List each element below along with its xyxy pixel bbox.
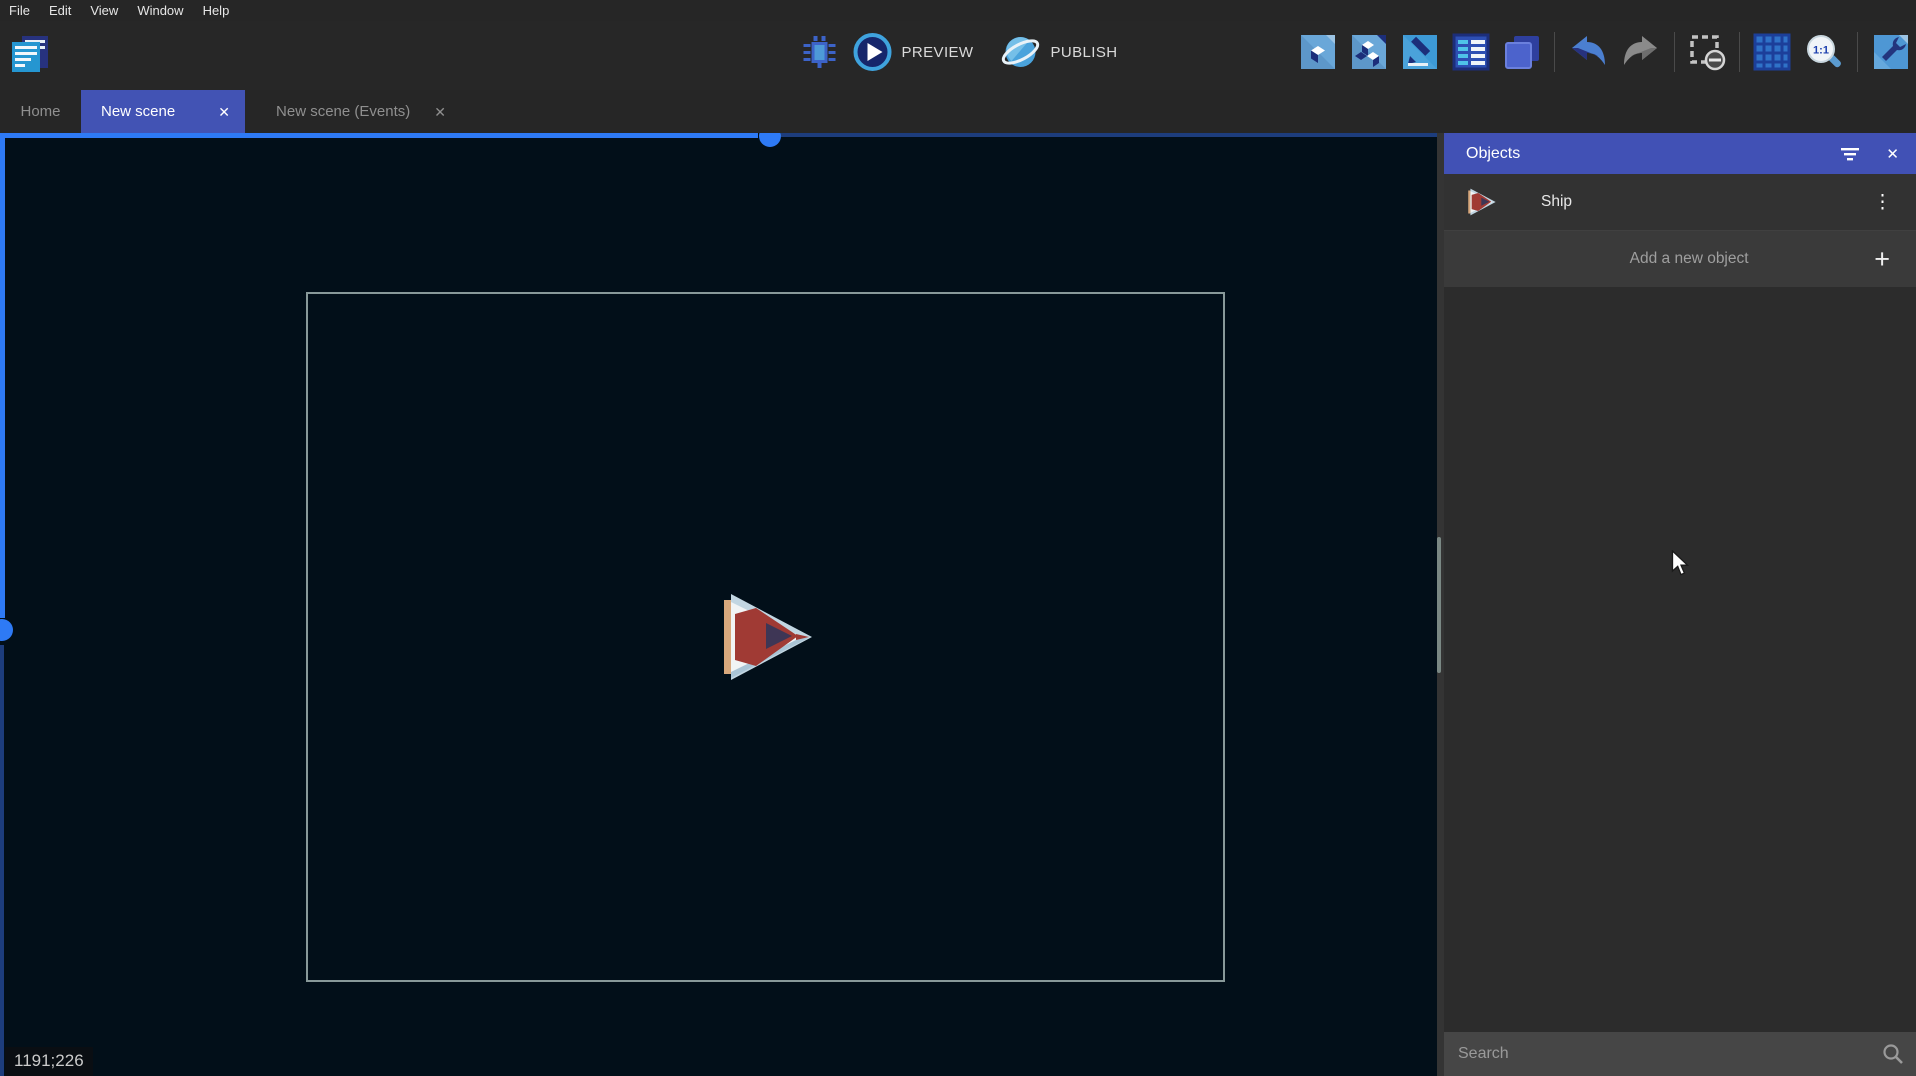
toolbar-right-group: 1:1 [1299, 29, 1911, 75]
ship-instance[interactable] [718, 592, 812, 682]
grid-icon[interactable] [1753, 33, 1791, 71]
objects-panel: Objects ✕ Ship ⋮ Add a new object + [1444, 133, 1916, 1076]
vertical-scroll-track[interactable] [0, 645, 4, 1076]
search-input[interactable] [1444, 1045, 1882, 1063]
close-icon[interactable]: ✕ [434, 105, 446, 119]
menu-file[interactable]: File [9, 3, 30, 18]
objects-panel-title: Objects [1466, 145, 1814, 163]
toolbar-center-group: PREVIEW PUBLISH [799, 28, 1118, 76]
plus-icon: + [1874, 246, 1890, 273]
menu-bar: File Edit View Window Help [0, 0, 1916, 21]
undo-icon[interactable] [1568, 34, 1608, 70]
toolbar-separator [1739, 32, 1740, 72]
play-icon [853, 32, 893, 72]
tab-new-scene-events[interactable]: New scene (Events) ✕ [245, 90, 477, 133]
object-name: Ship [1541, 193, 1869, 211]
scene-editor-canvas[interactable]: 1191;226 [0, 133, 1437, 1076]
preview-label: PREVIEW [902, 44, 974, 61]
zoom-ratio-label: 1:1 [1813, 45, 1829, 57]
objects-search-bar [1444, 1032, 1916, 1076]
tab-new-scene[interactable]: New scene ✕ [81, 90, 245, 133]
objects-editor-icon[interactable] [1299, 33, 1337, 71]
toolbar-separator [1857, 32, 1858, 72]
object-groups-icon[interactable] [1350, 33, 1388, 71]
toolbar-separator [1554, 32, 1555, 72]
tab-new-scene-events-label: New scene (Events) [276, 103, 410, 120]
kebab-menu-icon[interactable]: ⋮ [1869, 191, 1896, 214]
instances-list-icon[interactable] [1452, 33, 1490, 71]
tab-new-scene-label: New scene [101, 103, 175, 120]
close-icon[interactable]: ✕ [1886, 145, 1899, 163]
globe-icon [999, 31, 1041, 73]
layers-icon[interactable] [1503, 33, 1541, 71]
filter-icon[interactable] [1840, 146, 1860, 162]
debugger-icon[interactable] [799, 31, 841, 73]
redo-icon[interactable] [1621, 34, 1661, 70]
menu-view[interactable]: View [90, 3, 118, 18]
objects-panel-header: Objects ✕ [1444, 133, 1916, 174]
add-object-button[interactable]: Add a new object + [1444, 231, 1916, 287]
ship-thumbnail-icon [1466, 188, 1496, 216]
menu-window[interactable]: Window [137, 3, 183, 18]
close-icon[interactable]: ✕ [218, 105, 230, 119]
scene-settings-icon[interactable] [1871, 32, 1911, 72]
object-row-ship[interactable]: Ship ⋮ [1444, 174, 1916, 231]
horizontal-scroll-handle[interactable] [759, 133, 781, 147]
tab-home-label: Home [20, 103, 60, 120]
canvas-vertical-scrollbar[interactable] [1437, 537, 1441, 673]
horizontal-scroll-track[interactable] [781, 133, 1437, 137]
publish-label: PUBLISH [1050, 44, 1117, 61]
vertical-scroll-handle[interactable] [0, 619, 13, 641]
main-toolbar: PREVIEW PUBLISH [0, 21, 1916, 90]
zoom-1-1-icon[interactable]: 1:1 [1804, 32, 1844, 72]
publish-button[interactable]: PUBLISH [999, 31, 1117, 73]
menu-help[interactable]: Help [203, 3, 230, 18]
properties-icon[interactable] [1401, 33, 1439, 71]
preview-button[interactable]: PREVIEW [853, 32, 974, 72]
selection-mask-icon[interactable] [1688, 33, 1726, 71]
menu-edit[interactable]: Edit [49, 3, 71, 18]
tab-home[interactable]: Home [0, 90, 81, 133]
cursor-coordinates: 1191;226 [5, 1047, 93, 1076]
project-manager-icon[interactable] [8, 32, 52, 76]
horizontal-scroll-bar[interactable] [0, 133, 758, 138]
add-object-label: Add a new object [1466, 250, 1874, 268]
search-icon[interactable] [1882, 1043, 1904, 1065]
toolbar-separator [1674, 32, 1675, 72]
vertical-scroll-bar[interactable] [0, 133, 5, 618]
tab-bar: Home New scene ✕ New scene (Events) ✕ [0, 90, 1916, 133]
